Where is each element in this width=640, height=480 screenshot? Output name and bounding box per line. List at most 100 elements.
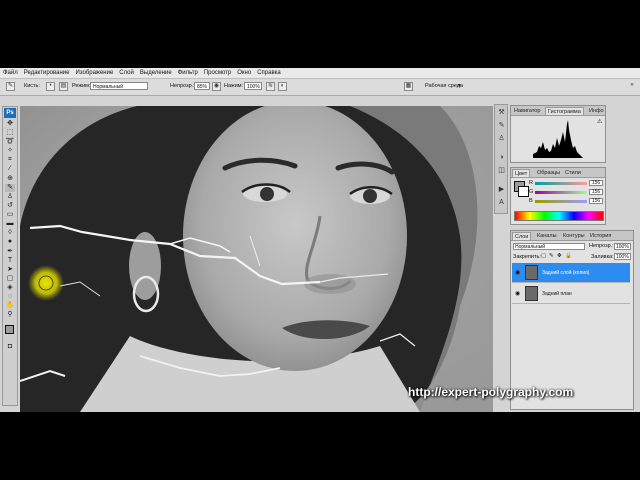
blur-tool-icon[interactable]: ◊ [5, 229, 15, 237]
color-panel-background-swatch[interactable] [518, 186, 529, 197]
document-canvas[interactable] [20, 106, 493, 412]
layer-name[interactable]: Задний слой (копия) [542, 270, 589, 276]
eye-icon[interactable]: ◉ [515, 269, 520, 276]
layer-row-background[interactable]: ◉ Задний план [512, 284, 630, 304]
photoshop-window: Файл Редактирование Изображение Слой Выд… [0, 68, 640, 412]
move-tool-icon[interactable]: ✥ [5, 120, 15, 128]
quick-mask-icon[interactable]: ◘ [5, 343, 15, 351]
tab-histogram[interactable]: Гистограмма [545, 107, 584, 115]
type-tool-icon[interactable]: T [5, 257, 15, 265]
color-spectrum-ramp[interactable] [514, 211, 604, 221]
channel-b-value[interactable]: 156 [589, 198, 603, 204]
histogram-panel: Навигатор Гистограмма Инфо ⚠ [510, 105, 606, 163]
mode-select[interactable]: Нормальный [90, 82, 148, 90]
magic-wand-tool-icon[interactable]: ✧ [5, 147, 15, 155]
character-icon[interactable]: A [497, 198, 506, 207]
lock-pixels-icon[interactable]: ✎ [549, 253, 554, 259]
fill-label: Заливка: [591, 254, 614, 260]
brushes-label: Кисть: [24, 83, 40, 89]
dodge-tool-icon[interactable]: ● [5, 238, 15, 246]
brush-tool-preset-icon[interactable]: ✎ [6, 82, 15, 91]
crop-tool-icon[interactable]: ⌗ [5, 156, 15, 164]
tab-layers[interactable]: Слои [512, 232, 532, 240]
fill-field[interactable]: 100% [614, 253, 631, 260]
menu-image[interactable]: Изображение [72, 70, 116, 76]
3d-rotate-tool-icon[interactable]: ◈ [5, 284, 15, 292]
histogram-panel-tabs: Навигатор Гистограмма Инфо [511, 106, 605, 116]
tab-channels[interactable]: Каналы [535, 232, 559, 240]
menu-help[interactable]: Справка [254, 70, 284, 76]
eye-icon[interactable]: ◉ [515, 290, 520, 297]
gradient-tool-icon[interactable]: ▬ [5, 220, 15, 228]
channel-b-slider[interactable] [535, 200, 587, 203]
tab-info[interactable]: Инфо [587, 107, 606, 115]
blend-mode-select[interactable]: Нормальный [513, 243, 585, 250]
zoom-tool-icon[interactable]: ⚲ [5, 311, 15, 319]
marquee-tool-icon[interactable]: ⬚ [5, 129, 15, 137]
brush-tool-icon[interactable]: ✎ [5, 184, 15, 192]
eyedropper-tool-icon[interactable]: ⁄ [5, 165, 15, 173]
tab-color[interactable]: Цвет [512, 169, 531, 177]
lock-all-icon[interactable]: 🔒 [565, 253, 572, 259]
mode-label: Режим: [72, 83, 91, 89]
masks-icon[interactable]: ◫ [497, 166, 506, 175]
tab-navigator[interactable]: Навигатор [512, 107, 542, 115]
channel-r-value[interactable]: 156 [589, 180, 603, 186]
menu-edit[interactable]: Редактирование [21, 70, 73, 76]
tab-paths[interactable]: Контуры [561, 232, 587, 240]
layer-name[interactable]: Задний план [542, 291, 572, 297]
menu-filter[interactable]: Фильтр [175, 70, 201, 76]
brush-cursor [28, 267, 64, 303]
layer-row-background-copy[interactable]: ◉ Задний слой (копия) [512, 263, 630, 283]
menu-window[interactable]: Окно [234, 70, 254, 76]
clone-source-icon[interactable]: ♙ [497, 134, 506, 143]
ps-logo-icon: Ps [4, 108, 16, 118]
path-selection-tool-icon[interactable]: ➤ [5, 266, 15, 274]
tab-swatches[interactable]: Образцы [535, 169, 562, 177]
histogram-warning-icon[interactable]: ⚠ [597, 118, 602, 125]
tab-styles[interactable]: Стили [563, 169, 583, 177]
layer-thumbnail [525, 286, 538, 301]
lock-position-icon[interactable]: ✥ [557, 253, 562, 259]
menu-file[interactable]: Файл [0, 70, 21, 76]
lock-transparency-icon[interactable]: ▢ [541, 253, 546, 259]
lasso-tool-icon[interactable]: ➰ [5, 138, 15, 146]
opacity-field[interactable]: 85% [194, 82, 210, 90]
brush-panel-toggle-icon[interactable]: ▤ [59, 82, 68, 91]
adjustments-icon[interactable]: ◑ [497, 153, 506, 162]
watermark-url: http://expert-polygraphy.com [408, 385, 574, 399]
brushes-panel-icon[interactable]: ✎ [497, 121, 506, 130]
hand-tool-icon[interactable]: ✋ [5, 302, 15, 310]
channel-r-slider[interactable] [535, 182, 587, 185]
shape-tool-icon[interactable]: ▢ [5, 275, 15, 283]
clone-stamp-tool-icon[interactable]: ♙ [5, 193, 15, 201]
3d-orbit-tool-icon[interactable]: ◌ [5, 293, 15, 301]
tablet-pressure-icon[interactable]: ◐ [278, 82, 287, 91]
foreground-color-swatch[interactable] [5, 325, 14, 334]
menu-select[interactable]: Выделение [137, 70, 175, 76]
workspace-dropdown-icon[interactable]: ▾ [458, 83, 461, 89]
brush-picker-icon[interactable]: • [46, 82, 55, 91]
channel-g-slider[interactable] [535, 191, 587, 194]
actions-icon[interactable]: ▶ [497, 185, 506, 194]
workspace-icon[interactable]: ▦ [404, 82, 413, 91]
healing-brush-tool-icon[interactable]: ⊕ [5, 175, 15, 183]
eraser-tool-icon[interactable]: ▭ [5, 211, 15, 219]
options-bar: ✎ Кисть: • ▤ Режим: Нормальный Непрозр.:… [0, 79, 640, 96]
menu-layer[interactable]: Слой [116, 70, 137, 76]
histogram-graph [533, 120, 583, 158]
pressure-field[interactable]: 100% [244, 82, 262, 90]
tab-history[interactable]: История [588, 232, 613, 240]
airbrush-icon[interactable]: ≋ [266, 82, 275, 91]
tool-presets-icon[interactable]: ⚒ [497, 108, 506, 117]
layers-panel: Слои Каналы Контуры История Нормальный Н… [510, 230, 634, 410]
layer-opacity-field[interactable]: 100% [614, 243, 631, 250]
pen-tool-icon[interactable]: ✒ [5, 248, 15, 256]
color-panel: Цвет Образцы Стили R 156 G 156 B 156 [510, 167, 606, 225]
panel-menu-icon[interactable]: » [628, 82, 636, 91]
history-brush-tool-icon[interactable]: ↺ [5, 202, 15, 210]
menu-view[interactable]: Просмотр [201, 70, 234, 76]
photo-image [20, 106, 493, 412]
channel-g-value[interactable]: 156 [589, 189, 603, 195]
opacity-pressure-icon[interactable]: ◉ [212, 82, 221, 91]
